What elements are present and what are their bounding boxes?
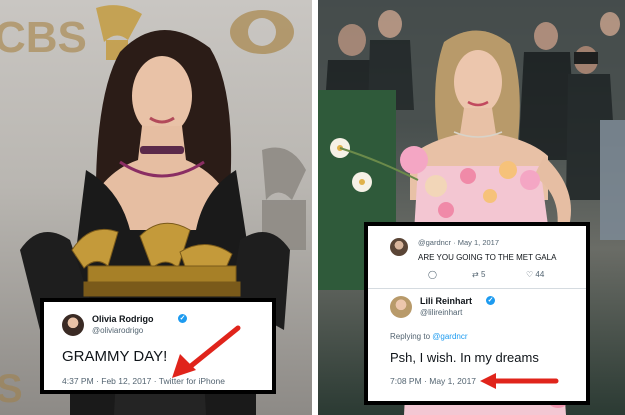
tweet-text: Psh, I wish. In my dreams [390,350,539,365]
reply-action-icon[interactable]: ◯ [428,270,437,279]
reply-header: @gardncr · May 1, 2017 [418,238,500,247]
tweet-metadata: 7:08 PM · May 1, 2017 [390,376,477,386]
like-count: 44 [535,270,545,279]
cbs-eye-logo [230,10,294,54]
retweet-count: 5 [480,270,486,279]
author-name[interactable]: Lili Reinhart [420,296,472,306]
tweet-date[interactable]: May 1, 2017 [429,376,476,386]
retweet-action[interactable]: ⇄ 5 [472,270,485,279]
choker [140,146,184,154]
tweet-text: GRAMMY DAY! [62,348,168,365]
cbs-logo-text: CBS [0,13,87,62]
tweet-divider [368,288,586,289]
tweet-card-lili[interactable]: @gardncr · May 1, 2017 ARE YOU GOING TO … [364,222,590,405]
replying-to-handle[interactable]: @gardncr [432,332,467,341]
author-handle[interactable]: @lilireinhart [420,308,462,317]
tweet-date[interactable]: Feb 12, 2017 [101,376,151,386]
tweet-time[interactable]: 4:37 PM [62,376,94,386]
tweet-time[interactable]: 7:08 PM [390,376,422,386]
like-action[interactable]: ♡ 44 [526,270,544,279]
avatar[interactable] [62,314,84,336]
author-avatar[interactable] [390,296,412,318]
author-name[interactable]: Olivia Rodrigo [92,314,154,324]
cbs-logo-left: CBS [0,13,87,62]
heart-icon: ♡ [526,270,534,279]
reply-avatar[interactable] [390,238,408,256]
tweet-card-olivia[interactable]: Olivia Rodrigo ✓ @oliviarodrigo GRAMMY D… [40,298,276,394]
verified-badge-icon: ✓ [486,296,495,305]
reply-date[interactable]: May 1, 2017 [458,238,499,247]
verified-badge-icon: ✓ [178,314,187,323]
reply-handle[interactable]: @gardncr [418,238,451,247]
red-arrow-icon [480,373,559,389]
author-handle[interactable]: @oliviarodrigo [92,326,143,335]
red-arrow-icon [172,325,241,378]
face [132,56,192,136]
replying-to: Replying to @gardncr [390,332,468,341]
retweet-icon: ⇄ [472,270,479,279]
svg-text:S: S [0,367,23,411]
reply-text: ARE YOU GOING TO THE MET GALA [418,253,557,262]
